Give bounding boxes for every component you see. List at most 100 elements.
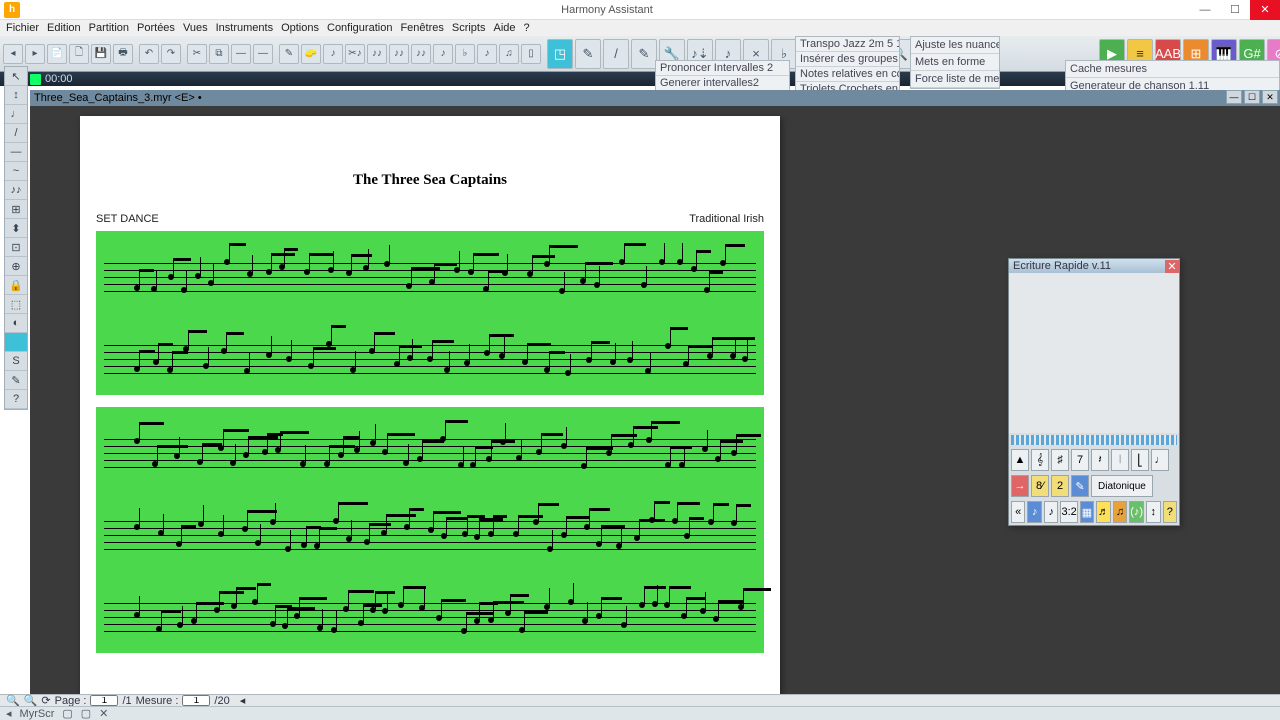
tb-mode-select[interactable]: ◳ — [547, 39, 573, 69]
qp-script-2[interactable]: Generer intervalles2 — [656, 76, 789, 91]
vtb-grid[interactable]: ⊞ — [5, 200, 27, 219]
menu-vues[interactable]: Vues — [183, 22, 208, 34]
tb-save[interactable]: 💾 — [91, 44, 111, 64]
doc-close-button[interactable]: ✕ — [1262, 90, 1278, 104]
tb-note2[interactable]: ♪ — [433, 44, 453, 64]
qp-transpo-1[interactable]: Transpo Jazz 2m 5 1 — [796, 37, 899, 52]
bottom-tab-myrscr[interactable]: MyrScr — [20, 708, 55, 720]
p-n2[interactable]: ♪ — [1044, 501, 1058, 523]
tb-mode-pen[interactable]: ✎ — [575, 39, 601, 69]
tb-note-cut[interactable]: ✂♪ — [345, 44, 365, 64]
vtb-updown[interactable]: ↕ — [5, 86, 27, 105]
tb-mode-line[interactable]: / — [603, 39, 629, 69]
vtb-line[interactable]: — — [5, 143, 27, 162]
p-32[interactable]: 3:2 — [1060, 501, 1077, 523]
p-help[interactable]: ? — [1163, 501, 1177, 523]
menu-portees[interactable]: Portées — [137, 22, 175, 34]
p-updn[interactable]: ↕ — [1146, 501, 1160, 523]
p-note[interactable]: ♩ — [1151, 449, 1169, 471]
p-n3[interactable]: ♬ — [1096, 501, 1110, 523]
tb-note1[interactable]: ♪ — [323, 44, 343, 64]
doc-max-button[interactable]: ☐ — [1244, 90, 1260, 104]
palette-titlebar[interactable]: Ecriture Rapide v.11 ✕ — [1009, 259, 1179, 273]
vtb-help[interactable]: ? — [5, 390, 27, 409]
qp-script-1[interactable]: Prononcer Intervalles 2 — [656, 61, 789, 76]
tb-rest[interactable]: ▯ — [521, 44, 541, 64]
qp-format-1[interactable]: Ajuste les nuances — [911, 37, 999, 54]
menu-fenetres[interactable]: Fenêtres — [400, 22, 443, 34]
p-2[interactable]: 2 — [1051, 475, 1069, 497]
tb-mode-edit[interactable]: ✎ — [631, 39, 657, 69]
menu-fichier[interactable]: Fichier — [6, 22, 39, 34]
menu-options[interactable]: Options — [281, 22, 319, 34]
tb-beam2[interactable]: ♪♪ — [389, 44, 409, 64]
vtb-note[interactable]: ♩ — [5, 105, 27, 124]
palette-close-button[interactable]: ✕ — [1165, 260, 1179, 273]
p-edit[interactable]: ✎ — [1071, 475, 1089, 497]
p-bracket[interactable]: ⎣ — [1131, 449, 1149, 471]
ecriture-rapide-palette[interactable]: Ecriture Rapide v.11 ✕ ▲ 𝄞 ♯ 7 𝄽 𝄀 ⎣ ♩ →… — [1008, 258, 1180, 526]
menu-edition[interactable]: Edition — [47, 22, 81, 34]
menu-instruments[interactable]: Instruments — [216, 22, 273, 34]
document-tab[interactable]: Three_Sea_Captains_3.myr <E> • — ☐ ✕ — [30, 90, 1280, 106]
tb-note3[interactable]: ♪ — [477, 44, 497, 64]
p-clef[interactable]: 𝄞 — [1031, 449, 1049, 471]
tb-cut[interactable]: ✂ — [187, 44, 207, 64]
p-rest[interactable]: 𝄽 — [1091, 449, 1109, 471]
qp-transpo-3[interactable]: Notes relatives en cou — [796, 67, 899, 82]
minimize-button[interactable]: — — [1190, 0, 1220, 20]
tb-redo[interactable]: ↷ — [161, 44, 181, 64]
score-selection[interactable] — [96, 231, 764, 653]
vtb-plus[interactable]: ⊕ — [5, 257, 27, 276]
tb-nav-next[interactable]: ▸ — [25, 44, 45, 64]
menu-scripts[interactable]: Scripts — [452, 22, 486, 34]
tb-open[interactable]: 🗋 — [69, 44, 89, 64]
menu-configuration[interactable]: Configuration — [327, 22, 392, 34]
vtb-lock[interactable]: 🔒 — [5, 276, 27, 295]
p-grid[interactable]: ▦ — [1080, 501, 1094, 523]
p-8[interactable]: 8⁄ — [1031, 475, 1049, 497]
tb-pencil[interactable]: ✎ — [279, 44, 299, 64]
palette-ruler[interactable] — [1011, 435, 1177, 445]
p-n1[interactable]: ♪ — [1027, 501, 1041, 523]
bottom-tab-icon3[interactable]: ✕ — [99, 707, 108, 720]
menu-help[interactable]: ? — [524, 22, 530, 34]
qp-right-1[interactable]: Cache mesures — [1066, 61, 1279, 78]
status-measure-input[interactable] — [182, 695, 210, 706]
vtb-arrow[interactable]: ↖ — [5, 67, 27, 86]
p-scale[interactable]: Diatonique — [1091, 475, 1153, 497]
vtb-pencil[interactable]: ✎ — [5, 371, 27, 390]
vtb-selected[interactable] — [5, 333, 27, 352]
vtb-notes[interactable]: ♪♪ — [5, 181, 27, 200]
tb-beam3[interactable]: ♪♪ — [411, 44, 431, 64]
qp-format-2[interactable]: Mets en forme — [911, 54, 999, 71]
vtb-wave[interactable]: ~ — [5, 162, 27, 181]
p-n4[interactable]: ♫ — [1113, 501, 1127, 523]
tb-paste1[interactable]: — — [231, 44, 251, 64]
vtb-rect[interactable]: ⬚ — [5, 295, 27, 314]
menu-aide[interactable]: Aide — [493, 22, 515, 34]
tb-copy[interactable]: ⧉ — [209, 44, 229, 64]
play-indicator-icon[interactable] — [30, 74, 41, 85]
tb-print[interactable]: 🖶 — [113, 44, 133, 64]
vtb-vbar[interactable]: ⬍ — [5, 219, 27, 238]
tb-undo[interactable]: ↶ — [139, 44, 159, 64]
menu-partition[interactable]: Partition — [89, 22, 129, 34]
p-sharp[interactable]: ♯ — [1051, 449, 1069, 471]
bottom-tab-icon2[interactable]: ▢ — [81, 707, 91, 720]
tb-new[interactable]: 📄 — [47, 44, 67, 64]
doc-min-button[interactable]: — — [1226, 90, 1242, 104]
tb-flat[interactable]: ♭ — [455, 44, 475, 64]
tb-note4[interactable]: ♫ — [499, 44, 519, 64]
qp-transpo-2[interactable]: Insérer des groupes — [796, 52, 899, 67]
p-7[interactable]: 7 — [1071, 449, 1089, 471]
vtb-circle[interactable]: ◐ — [5, 314, 27, 333]
p-paren[interactable]: (♪) — [1129, 501, 1144, 523]
bottom-tab-left-icon[interactable]: ◂ — [6, 707, 12, 720]
tb-eraser[interactable]: 🧽 — [301, 44, 321, 64]
vtb-s[interactable]: S — [5, 352, 27, 371]
status-page-input[interactable] — [90, 695, 118, 706]
p-arrow-r[interactable]: → — [1011, 475, 1029, 497]
vtb-slash[interactable]: / — [5, 124, 27, 143]
tb-beam1[interactable]: ♪♪ — [367, 44, 387, 64]
